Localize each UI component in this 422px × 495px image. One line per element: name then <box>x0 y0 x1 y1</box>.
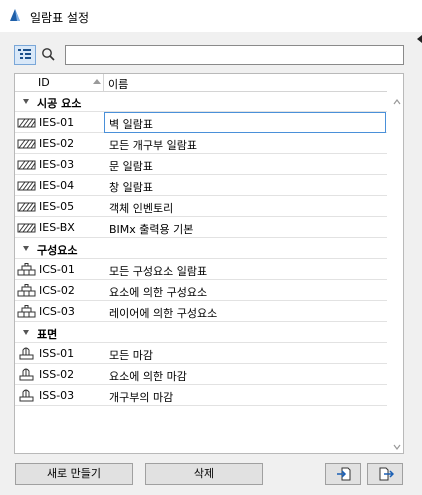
components-icon <box>17 305 36 318</box>
title-bar: 일람표 설정 <box>0 0 422 32</box>
sort-ascending-icon <box>93 79 101 84</box>
window-title: 일람표 설정 <box>30 11 90 25</box>
table-row[interactable]: ISS-03 개구부의 마감 <box>15 385 387 406</box>
column-divider[interactable] <box>103 74 104 91</box>
search-input[interactable] <box>65 45 404 65</box>
group-label: 구성요소 <box>37 244 78 257</box>
hatch-icon <box>17 139 36 149</box>
row-id: ISS-01 <box>39 347 75 360</box>
row-id: ICS-02 <box>39 284 75 297</box>
group-header-construction[interactable]: 시공 요소 <box>15 91 387 112</box>
row-name: 모든 마감 <box>109 349 153 362</box>
row-name: 벽 일람표 <box>109 118 153 131</box>
caret-down-icon[interactable] <box>23 330 29 335</box>
row-id: IES-02 <box>39 137 75 150</box>
table-row[interactable]: IES-05 객체 인벤토리 <box>15 196 387 217</box>
row-name: 문 일람표 <box>109 160 153 173</box>
group-label: 시공 요소 <box>37 97 82 110</box>
row-id: IES-05 <box>39 200 75 213</box>
scroll-down-icon[interactable] <box>393 443 401 451</box>
row-name: 요소에 의한 구성요소 <box>109 286 208 299</box>
hatch-icon <box>17 202 36 212</box>
row-name: 모든 개구부 일람표 <box>109 139 197 152</box>
group-header-components[interactable]: 구성요소 <box>15 238 387 259</box>
row-id: ISS-03 <box>39 389 75 402</box>
row-id: IES-BX <box>39 221 75 234</box>
list-view-icon <box>18 49 31 59</box>
hatch-icon <box>17 223 36 233</box>
row-id: ICS-01 <box>39 263 75 276</box>
import-button[interactable] <box>325 463 361 485</box>
row-name: 개구부의 마감 <box>109 391 174 404</box>
hatch-icon <box>17 118 36 128</box>
caret-down-icon[interactable] <box>23 246 29 251</box>
delete-button[interactable]: 삭제 <box>145 463 263 485</box>
brush-icon <box>19 368 34 381</box>
column-header-name[interactable]: 이름 <box>108 76 128 92</box>
archicad-logo-icon <box>10 9 20 21</box>
export-icon <box>379 467 394 481</box>
table-row[interactable]: ISS-01 모든 마감 <box>15 343 387 364</box>
hatch-icon <box>17 181 36 191</box>
new-button[interactable]: 새로 만들기 <box>15 463 133 485</box>
components-icon <box>17 284 36 297</box>
group-header-surfaces[interactable]: 표면 <box>15 322 387 343</box>
row-name: 레이어에 의한 구성요소 <box>109 307 218 320</box>
table-row[interactable]: IES-01 벽 일람표 <box>15 112 387 133</box>
row-id: IES-03 <box>39 158 75 171</box>
brush-icon <box>19 389 34 402</box>
list-view-toggle-button[interactable] <box>14 45 36 65</box>
row-name: 창 일람표 <box>109 181 153 194</box>
table-row[interactable]: ICS-03 레이어에 의한 구성요소 <box>15 301 387 322</box>
row-id: IES-04 <box>39 179 75 192</box>
table-row[interactable]: ICS-01 모든 구성요소 일람표 <box>15 259 387 280</box>
scroll-up-icon[interactable] <box>393 98 401 106</box>
table-row[interactable]: IES-04 창 일람표 <box>15 175 387 196</box>
row-id: IES-01 <box>39 116 75 129</box>
row-name: 객체 인벤토리 <box>109 202 174 215</box>
row-name: BIMx 출력용 기본 <box>109 223 194 236</box>
table-row[interactable]: IES-BX BIMx 출력용 기본 <box>15 217 387 238</box>
components-icon <box>17 263 36 276</box>
panel-handle-icon[interactable] <box>417 35 422 43</box>
column-header-id[interactable]: ID <box>38 76 50 89</box>
row-name: 요소에 의한 마감 <box>109 370 187 383</box>
row-name: 모든 구성요소 일람표 <box>109 265 208 278</box>
search-icon <box>42 48 55 61</box>
row-id: ICS-03 <box>39 305 75 318</box>
table-row[interactable]: IES-03 문 일람표 <box>15 154 387 175</box>
brush-icon <box>19 347 34 360</box>
import-icon <box>337 467 351 481</box>
caret-down-icon[interactable] <box>23 99 29 104</box>
list-header: ID 이름 <box>15 74 387 92</box>
table-row[interactable]: ICS-02 요소에 의한 구성요소 <box>15 280 387 301</box>
table-row[interactable]: ISS-02 요소에 의한 마감 <box>15 364 387 385</box>
row-id: ISS-02 <box>39 368 75 381</box>
group-label: 표면 <box>37 328 58 341</box>
table-row[interactable]: IES-02 모든 개구부 일람표 <box>15 133 387 154</box>
schedule-list: ID 이름 시공 요소 IES-01 벽 일람표 IES-02 모든 개구부 일… <box>14 73 404 454</box>
export-button[interactable] <box>367 463 403 485</box>
hatch-icon <box>17 160 36 170</box>
